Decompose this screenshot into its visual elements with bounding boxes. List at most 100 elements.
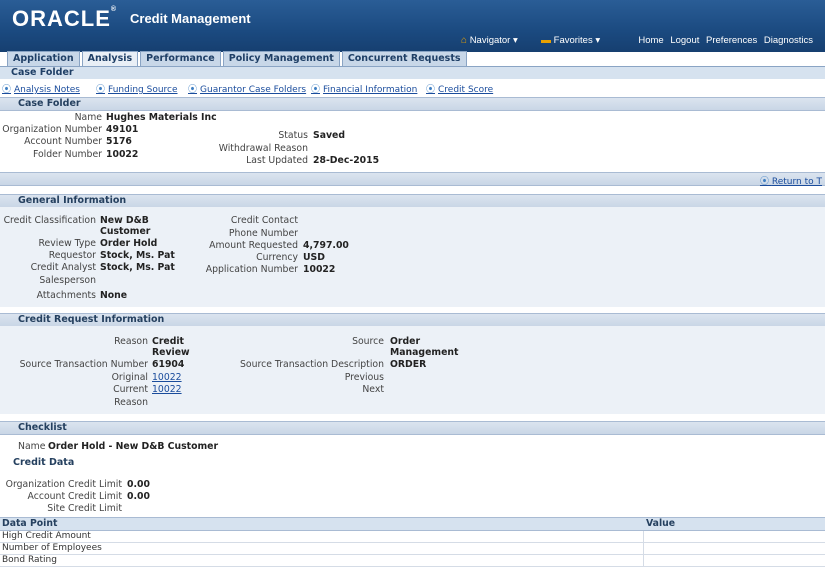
diagnostics-link[interactable]: Diagnostics	[764, 35, 813, 46]
account-credit-limit-label: Account Credit Limit	[27, 491, 122, 502]
tab-analysis[interactable]: Analysis	[81, 51, 139, 66]
checklist-header: Checklist	[0, 421, 825, 435]
application-number-value: 10022	[303, 264, 336, 275]
reason-label: Reason	[114, 336, 148, 347]
table-row: Number of Employees	[0, 543, 825, 555]
account-number-label: Account Number	[24, 136, 102, 147]
org-number-value: 49101	[106, 124, 139, 135]
amount-requested-label: Amount Requested	[209, 240, 298, 251]
account-number-value: 5176	[106, 136, 132, 147]
source-txn-number-label: Source Transaction Number	[19, 359, 148, 370]
logout-link[interactable]: Logout	[670, 35, 699, 46]
go-icon: ⦿	[188, 85, 198, 95]
credit-analyst-label: Credit Analyst	[30, 262, 96, 273]
analysis-notes-link[interactable]: ⦿ Analysis Notes	[2, 82, 80, 95]
table-header: Data Point Value	[0, 517, 825, 531]
go-icon: ⦿	[311, 85, 321, 95]
account-credit-limit-value: 0.00	[127, 491, 150, 502]
reason-value: Credit	[152, 336, 184, 347]
reason-2-label: Reason	[114, 397, 148, 408]
source-value-2: Management	[390, 347, 459, 358]
credit-classification-label: Credit Classification	[3, 215, 96, 226]
credit-contact-label: Credit Contact	[230, 215, 298, 226]
navigator-icon: ⌂	[461, 35, 468, 46]
navigator-menu[interactable]: ⌂ Navigator ▾	[461, 35, 518, 46]
current-label: Current	[113, 384, 148, 395]
source-txn-desc-value: ORDER	[390, 359, 427, 370]
site-credit-limit-label: Site Credit Limit	[47, 503, 122, 514]
preferences-link[interactable]: Preferences	[706, 35, 757, 46]
last-updated-value: 28-Dec-2015	[313, 155, 380, 166]
attachments-value: None	[100, 290, 128, 301]
value-column-header: Value	[646, 518, 676, 529]
case-folder-header: Case Folder	[0, 97, 825, 111]
tab-policy-management[interactable]: Policy Management	[222, 51, 340, 66]
checklist-name-label: Name	[18, 441, 46, 452]
subtab-bar: Case Folder	[0, 66, 825, 79]
reason-value-2: Review	[152, 347, 190, 358]
name-label: Name	[74, 112, 102, 123]
original-link[interactable]: 10022	[152, 372, 182, 383]
current-link[interactable]: 10022	[152, 384, 182, 395]
general-info-header: General Information	[0, 194, 825, 208]
case-folder-panel: Name Hughes Materials Inc Organization N…	[0, 110, 825, 170]
credit-request-header: Credit Request Information	[0, 313, 825, 327]
home-link[interactable]: Home	[638, 35, 663, 46]
salesperson-label: Salesperson	[39, 275, 96, 286]
funding-source-link[interactable]: ⦿ Funding Source	[96, 82, 178, 95]
source-txn-desc-label: Source Transaction Description	[240, 359, 384, 370]
credit-classification-value: New D&B	[100, 215, 149, 226]
source-label: Source	[352, 336, 384, 347]
checklist-name-value: Order Hold - New D&B Customer	[48, 441, 219, 452]
application-number-label: Application Number	[205, 264, 298, 275]
general-info-panel: Credit Classification New D&B Customer R…	[0, 207, 825, 307]
up-arrow-icon: ⦿	[759, 177, 769, 187]
requestor-label: Requestor	[48, 250, 96, 261]
go-icon: ⦿	[96, 85, 106, 95]
phone-number-label: Phone Number	[228, 228, 298, 239]
org-credit-limit-label: Organization Credit Limit	[5, 479, 122, 490]
return-to-top-link[interactable]: ⦿ Return to T	[760, 174, 822, 187]
table-row: High Credit Amount	[0, 531, 825, 543]
favorites-folder-icon: ▬	[541, 35, 551, 46]
withdrawal-reason-label: Withdrawal Reason	[218, 143, 308, 154]
name-value: Hughes Materials Inc	[106, 112, 217, 123]
main-tabs: Application Analysis Performance Policy …	[7, 51, 467, 66]
last-updated-label: Last Updated	[246, 155, 308, 166]
credit-analyst-value: Stock, Ms. Pat	[100, 262, 175, 273]
credit-score-link[interactable]: ⦿ Credit Score	[426, 82, 493, 95]
org-number-label: Organization Number	[2, 124, 102, 135]
global-header: ORACLE® Credit Management ⌂ Navigator ▾ …	[0, 0, 825, 52]
table-row: Bond Rating	[0, 555, 825, 567]
favorites-menu[interactable]: ▬ Favorites ▾	[541, 35, 600, 46]
data-point-column-header: Data Point	[2, 518, 58, 529]
previous-label: Previous	[344, 372, 384, 383]
attachments-label: Attachments	[36, 290, 96, 301]
go-icon: ⦿	[426, 85, 436, 95]
section-links: ⦿ Analysis Notes ⦿ Funding Source ⦿ Guarant…	[0, 82, 825, 95]
next-label: Next	[362, 384, 384, 395]
requestor-value: Stock, Ms. Pat	[100, 250, 175, 261]
go-icon: ⦿	[2, 85, 12, 95]
original-label: Original	[111, 372, 148, 383]
oracle-logo: ORACLE®	[12, 6, 118, 31]
currency-label: Currency	[256, 252, 298, 263]
review-type-label: Review Type	[38, 238, 96, 249]
amount-requested-value: 4,797.00	[303, 240, 349, 251]
financial-information-link[interactable]: ⦿ Financial Information	[311, 82, 417, 95]
tab-concurrent-requests[interactable]: Concurrent Requests	[341, 51, 467, 66]
app-title: Credit Management	[130, 11, 251, 26]
credit-request-panel: Reason Credit Review Source Transaction …	[0, 326, 825, 414]
tab-application[interactable]: Application	[7, 51, 80, 66]
tab-performance[interactable]: Performance	[140, 51, 221, 66]
subtab-case-folder[interactable]: Case Folder	[11, 67, 74, 78]
status-label: Status	[278, 130, 308, 141]
folder-number-label: Folder Number	[32, 149, 102, 160]
review-type-value: Order Hold	[100, 238, 158, 249]
currency-value: USD	[303, 252, 325, 263]
status-value: Saved	[313, 130, 345, 141]
folder-number-value: 10022	[106, 149, 139, 160]
separator-bar	[0, 172, 825, 186]
source-txn-number-value: 61904	[152, 359, 185, 370]
guarantor-case-folders-link[interactable]: ⦿ Guarantor Case Folders	[188, 82, 306, 95]
